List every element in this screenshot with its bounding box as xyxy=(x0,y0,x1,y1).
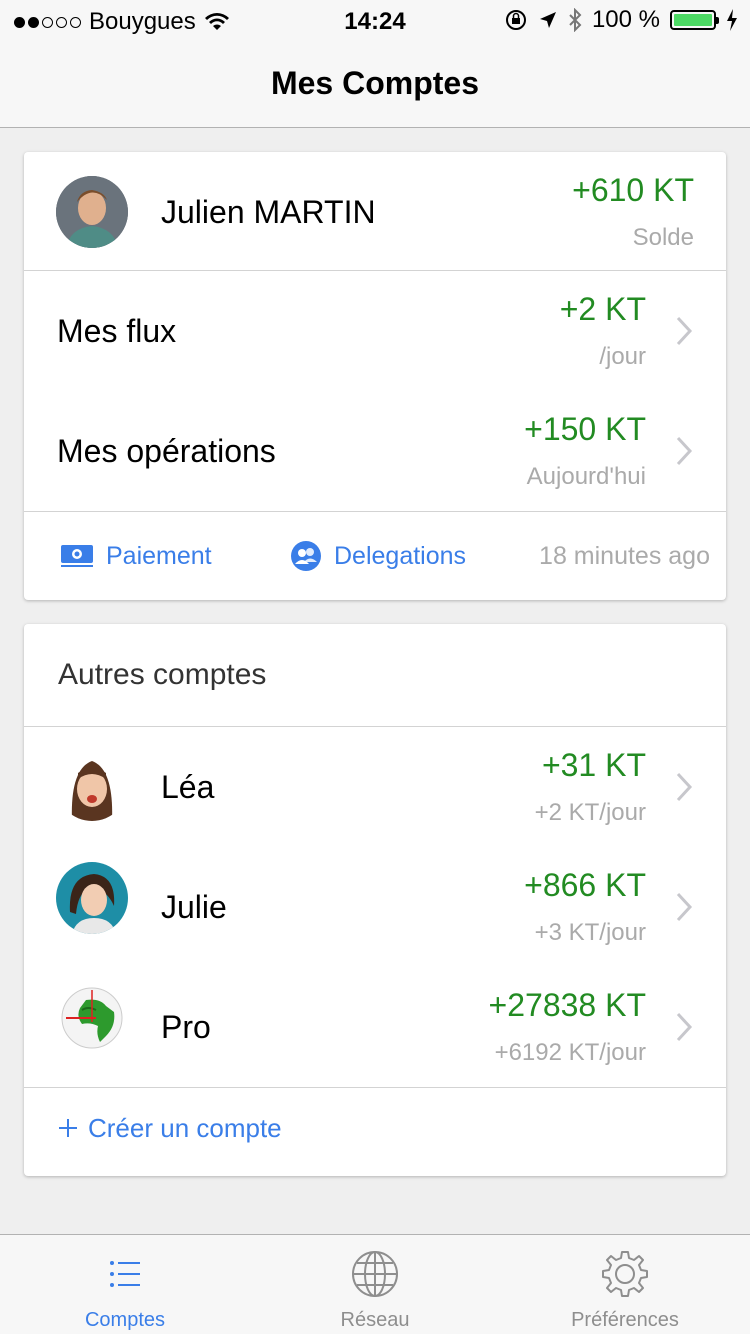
tab-comptes[interactable]: Comptes xyxy=(0,1235,250,1334)
tab-bar: Comptes Réseau Préférences xyxy=(0,1234,750,1334)
account-rate: +6192 KT/jour xyxy=(494,1039,646,1066)
navigation-bar: Mes Comptes xyxy=(0,40,750,128)
account-amount: +866 KT xyxy=(524,867,646,903)
account-owner-name: Julien MARTIN xyxy=(161,194,376,230)
row-label: Mes opérations xyxy=(57,433,276,469)
globe-logo-icon xyxy=(56,982,128,1054)
chevron-right-icon xyxy=(676,772,693,802)
tab-reseau[interactable]: Réseau xyxy=(250,1235,500,1334)
create-account-button[interactable]: Créer un compte xyxy=(58,1108,282,1148)
account-amount: +27838 KT xyxy=(488,987,646,1023)
status-bar: Bouygues 14:24 100 % xyxy=(0,0,750,40)
avatar xyxy=(56,176,128,248)
account-row-lea[interactable]: Léa +31 KT +2 KT/jour xyxy=(24,727,726,847)
location-arrow-icon xyxy=(539,12,556,28)
row-sub: Aujourd'hui xyxy=(526,463,646,490)
list-icon xyxy=(110,1261,140,1287)
tab-preferences[interactable]: Préférences xyxy=(500,1235,750,1334)
charging-bolt-icon xyxy=(727,9,737,31)
account-amount: +31 KT xyxy=(541,747,646,783)
account-row-julie[interactable]: Julie +866 KT +3 KT/jour xyxy=(24,847,726,967)
create-account-label: Créer un compte xyxy=(88,1112,282,1143)
orientation-lock-icon xyxy=(505,10,526,30)
divider xyxy=(24,1087,726,1088)
account-actions: Paiement Delegations 18 minutes ago xyxy=(24,512,726,600)
users-icon xyxy=(291,541,321,571)
tab-label: Réseau xyxy=(340,1309,410,1331)
payment-label: Paiement xyxy=(106,541,212,570)
other-accounts-card: Autres comptes Léa +31 KT +2 KT/jour Jul… xyxy=(24,624,726,1176)
account-row-pro[interactable]: Pro +27838 KT +6192 KT/jour xyxy=(24,967,726,1087)
delegations-button[interactable]: Delegations xyxy=(290,512,466,600)
last-updated: 18 minutes ago xyxy=(539,541,710,570)
tab-label: Préférences xyxy=(571,1309,679,1331)
tab-label: Comptes xyxy=(84,1309,166,1331)
account-rate: +2 KT/jour xyxy=(534,799,646,826)
chevron-right-icon xyxy=(676,1012,693,1042)
battery-percent: 100 % xyxy=(591,6,660,33)
section-title: Autres comptes xyxy=(58,658,267,691)
plus-icon xyxy=(59,1119,77,1137)
balance-label: Solde xyxy=(632,224,694,251)
status-right-group: 100 % xyxy=(504,6,738,34)
main-account-card: Julien MARTIN +610 KT Solde Mes flux +2 … xyxy=(24,152,726,600)
battery-icon xyxy=(670,10,719,30)
row-amount: +150 KT xyxy=(524,411,646,447)
account-name: Léa xyxy=(161,769,215,805)
delegations-label: Delegations xyxy=(334,541,467,570)
row-mes-flux[interactable]: Mes flux +2 KT /jour xyxy=(24,271,726,391)
account-rate: +3 KT/jour xyxy=(534,919,646,946)
row-label: Mes flux xyxy=(57,313,177,349)
chevron-right-icon xyxy=(676,892,693,922)
page-title: Mes Comptes xyxy=(270,65,480,101)
row-sub: /jour xyxy=(599,343,646,370)
avatar xyxy=(56,862,128,934)
row-mes-operations[interactable]: Mes opérations +150 KT Aujourd'hui xyxy=(24,391,726,511)
chevron-right-icon xyxy=(676,316,693,346)
chevron-right-icon xyxy=(676,436,693,466)
avatar xyxy=(56,749,128,821)
banknote-icon xyxy=(61,545,93,567)
balance-amount: +610 KT xyxy=(572,172,694,208)
account-name: Julie xyxy=(161,889,227,925)
account-name: Pro xyxy=(161,1009,211,1045)
row-amount: +2 KT xyxy=(559,291,646,327)
bluetooth-icon xyxy=(569,8,582,32)
main-account-header[interactable]: Julien MARTIN +610 KT Solde xyxy=(24,152,726,270)
gear-icon xyxy=(602,1251,648,1297)
globe-icon xyxy=(352,1251,398,1297)
payment-button[interactable]: Paiement xyxy=(60,512,212,600)
